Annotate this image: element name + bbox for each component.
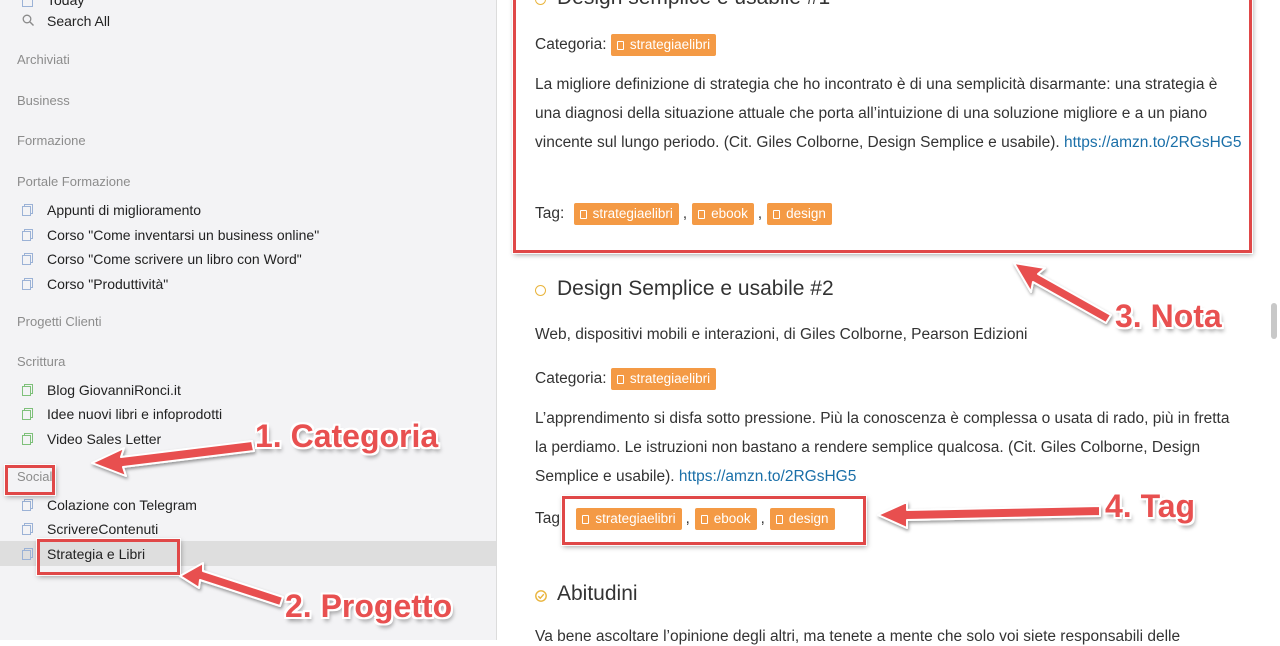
sidebar-item-label: Corso "Come scrivere un libro con Word" — [47, 251, 302, 267]
sidebar-section-business[interactable]: Business — [17, 93, 70, 108]
callout-nota: 3. Nota — [1115, 298, 1222, 334]
note-body: L’apprendimento si disfa sotto pressione… — [535, 410, 1230, 485]
highlight-box-progetto — [37, 539, 180, 575]
callout-categoria: 1. Categoria — [255, 418, 439, 454]
callout-progetto: 2. Progetto — [285, 588, 453, 624]
note-subtitle: Web, dispositivi mobili e interazioni, d… — [535, 326, 1028, 343]
sidebar-item-corso-produttivita[interactable]: Corso "Produttività" — [0, 271, 496, 296]
project-icon — [22, 433, 33, 445]
sidebar-item-label: Today — [47, 0, 85, 8]
project-icon — [22, 384, 33, 396]
scrollbar[interactable] — [1271, 303, 1277, 339]
sidebar-item-scrivere[interactable]: ScrivereContenuti — [0, 516, 496, 541]
project-icon — [22, 229, 33, 241]
tag-icon — [616, 375, 624, 384]
search-icon — [22, 14, 34, 26]
highlight-box-nota — [513, 0, 1252, 253]
category-tag[interactable]: strategiaelibri — [610, 368, 717, 390]
project-icon — [22, 204, 33, 216]
project-icon — [22, 253, 33, 265]
sidebar-item-label: ScrivereContenuti — [47, 521, 159, 537]
note-link[interactable]: https://amzn.to/2RGsHG5 — [679, 468, 856, 485]
sidebar-item-search-all[interactable]: Search All — [0, 9, 496, 34]
sidebar-item-label: Corso "Come inventarsi un business onlin… — [47, 227, 320, 243]
tag-label: Tag — [535, 510, 560, 528]
sidebar-item-label: Video Sales Letter — [47, 431, 162, 447]
note-body: Va bene ascoltare l’opinione degli altri… — [535, 628, 1181, 645]
highlight-box-categoria — [5, 465, 55, 495]
sidebar-item-label: Idee nuovi libri e infoprodotti — [47, 406, 223, 422]
project-icon — [22, 523, 33, 535]
note-category-row: Categoria: strategiaelibri — [535, 368, 717, 390]
sidebar-item-appunti[interactable]: Appunti di miglioramento — [0, 197, 496, 222]
project-icon — [22, 278, 33, 290]
sidebar-item-blog[interactable]: Blog GiovanniRonci.it — [0, 377, 496, 402]
completed-check-icon[interactable] — [535, 589, 547, 607]
sidebar-item-label: Corso "Produttività" — [47, 276, 169, 292]
project-icon — [22, 548, 33, 560]
task-checkbox[interactable] — [535, 285, 546, 296]
sidebar-section-archiviati[interactable]: Archiviati — [17, 52, 70, 67]
project-icon — [22, 408, 33, 420]
calendar-icon — [22, 0, 33, 7]
sidebar-item-label: Blog GiovanniRonci.it — [47, 382, 181, 398]
sidebar-section-formazione[interactable]: Formazione — [17, 133, 86, 148]
highlight-box-tag — [562, 496, 866, 545]
sidebar-section-progetti-clienti[interactable]: Progetti Clienti — [17, 314, 102, 329]
sidebar-section-portale-formazione[interactable]: Portale Formazione — [17, 174, 130, 189]
project-icon — [22, 499, 33, 511]
sidebar-item-corso-libro[interactable]: Corso "Come scrivere un libro con Word" — [0, 246, 496, 271]
note-title: Design Semplice e usabile #2 — [557, 277, 834, 300]
sidebar-item-corso-business[interactable]: Corso "Come inventarsi un business onlin… — [0, 222, 496, 247]
note-title: Abitudini — [557, 582, 638, 605]
sidebar-item-label: Colazione con Telegram — [47, 497, 197, 513]
sidebar-item-label: Appunti di miglioramento — [47, 202, 202, 218]
sidebar-section-scrittura[interactable]: Scrittura — [17, 354, 65, 369]
sidebar-item-colazione[interactable]: Colazione con Telegram — [0, 492, 496, 517]
sidebar-item-label: Search All — [47, 13, 111, 29]
category-label: Categoria: — [535, 370, 607, 388]
callout-tag: 4. Tag — [1105, 488, 1196, 524]
